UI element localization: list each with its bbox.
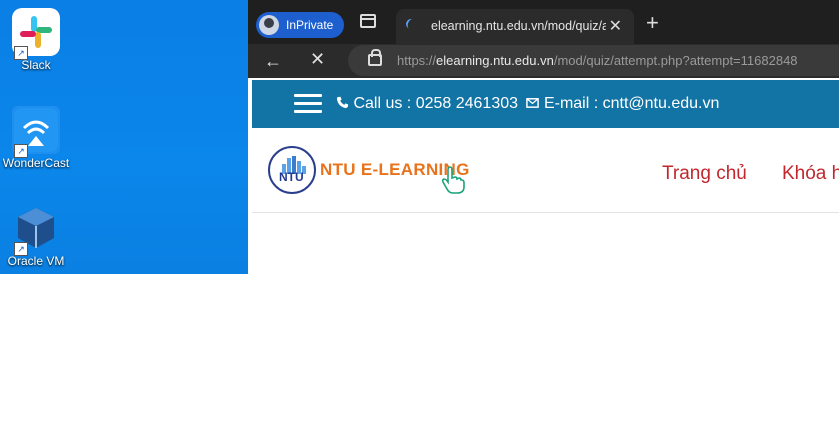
close-tab-icon[interactable]: ✕ bbox=[609, 16, 622, 36]
address-url[interactable]: https://elearning.ntu.edu.vn/mod/quiz/at… bbox=[397, 53, 798, 68]
url-path: /mod/quiz/attempt.php?attempt=11682848 bbox=[553, 53, 798, 68]
slack-icon: ↗ bbox=[12, 8, 60, 60]
desktop-icon-label: WonderCast bbox=[2, 156, 70, 170]
active-tab[interactable]: elearning.ntu.edu.vn/mod/quiz/a ✕ bbox=[396, 9, 634, 44]
desktop-icon-label: Slack bbox=[21, 58, 51, 72]
back-arrow-icon[interactable]: ← bbox=[264, 51, 282, 72]
phone-icon bbox=[336, 96, 349, 109]
envelope-icon bbox=[526, 98, 540, 108]
stop-loading-icon[interactable]: ✕ bbox=[310, 49, 325, 70]
email-text: E-mail : cntt@ntu.edu.vn bbox=[543, 95, 720, 112]
desktop-icon-wondercast[interactable]: ↗ WonderCast bbox=[0, 106, 76, 170]
address-bar[interactable]: https://elearning.ntu.edu.vn/mod/quiz/at… bbox=[348, 45, 839, 76]
virtualbox-icon: ↗ bbox=[12, 204, 60, 256]
pointing-hand-icon bbox=[441, 166, 465, 194]
desktop-icon-slack[interactable]: ↗ Slack bbox=[0, 8, 76, 72]
lock-icon[interactable] bbox=[368, 49, 382, 66]
site-contact-bar: Call us : 0258 2461303 E-mail : cntt@ntu… bbox=[252, 80, 839, 128]
profile-avatar-icon bbox=[259, 15, 279, 35]
nav-home-link[interactable]: Trang chủ bbox=[662, 163, 747, 185]
browser-toolbar: ← ✕ https://elearning.ntu.edu.vn/mod/qui… bbox=[248, 44, 839, 78]
loading-spinner-icon bbox=[404, 17, 418, 31]
tab-bar: InPrivate elearning.ntu.edu.vn/mod/quiz/… bbox=[248, 0, 839, 44]
shortcut-arrow-icon: ↗ bbox=[14, 242, 28, 256]
contact-info: Call us : 0258 2461303 E-mail : cntt@ntu… bbox=[336, 95, 719, 113]
browser-window: InPrivate elearning.ntu.edu.vn/mod/quiz/… bbox=[248, 0, 839, 274]
new-tab-icon[interactable]: + bbox=[646, 12, 659, 34]
desktop-icon-label: Oracle VM bbox=[7, 254, 65, 268]
desktop-icon-oracle-vm[interactable]: ↗ Oracle VM bbox=[0, 204, 76, 268]
inprivate-profile-button[interactable]: InPrivate bbox=[256, 12, 344, 38]
wondercast-icon: ↗ bbox=[12, 106, 60, 158]
phone-text: Call us : 0258 2461303 bbox=[353, 95, 519, 112]
nav-courses-link[interactable]: Khóa h bbox=[782, 163, 839, 185]
shortcut-arrow-icon: ↗ bbox=[14, 144, 28, 158]
hamburger-menu-icon[interactable] bbox=[294, 94, 322, 114]
tab-title: elearning.ntu.edu.vn/mod/quiz/a bbox=[431, 19, 606, 33]
inprivate-label: InPrivate bbox=[286, 18, 334, 32]
desktop: ↗ Slack ↗ WonderCast ↗ Oracle VM bbox=[0, 0, 250, 274]
site-header: NTU NTU E-LEARNING Trang chủ Khóa h bbox=[252, 128, 839, 213]
shortcut-arrow-icon: ↗ bbox=[14, 46, 28, 60]
ntu-logo[interactable]: NTU bbox=[268, 146, 316, 194]
tab-actions-icon[interactable] bbox=[360, 14, 376, 28]
url-host: elearning.ntu.edu.vn bbox=[436, 53, 554, 68]
logo-abbr: NTU bbox=[279, 170, 304, 184]
